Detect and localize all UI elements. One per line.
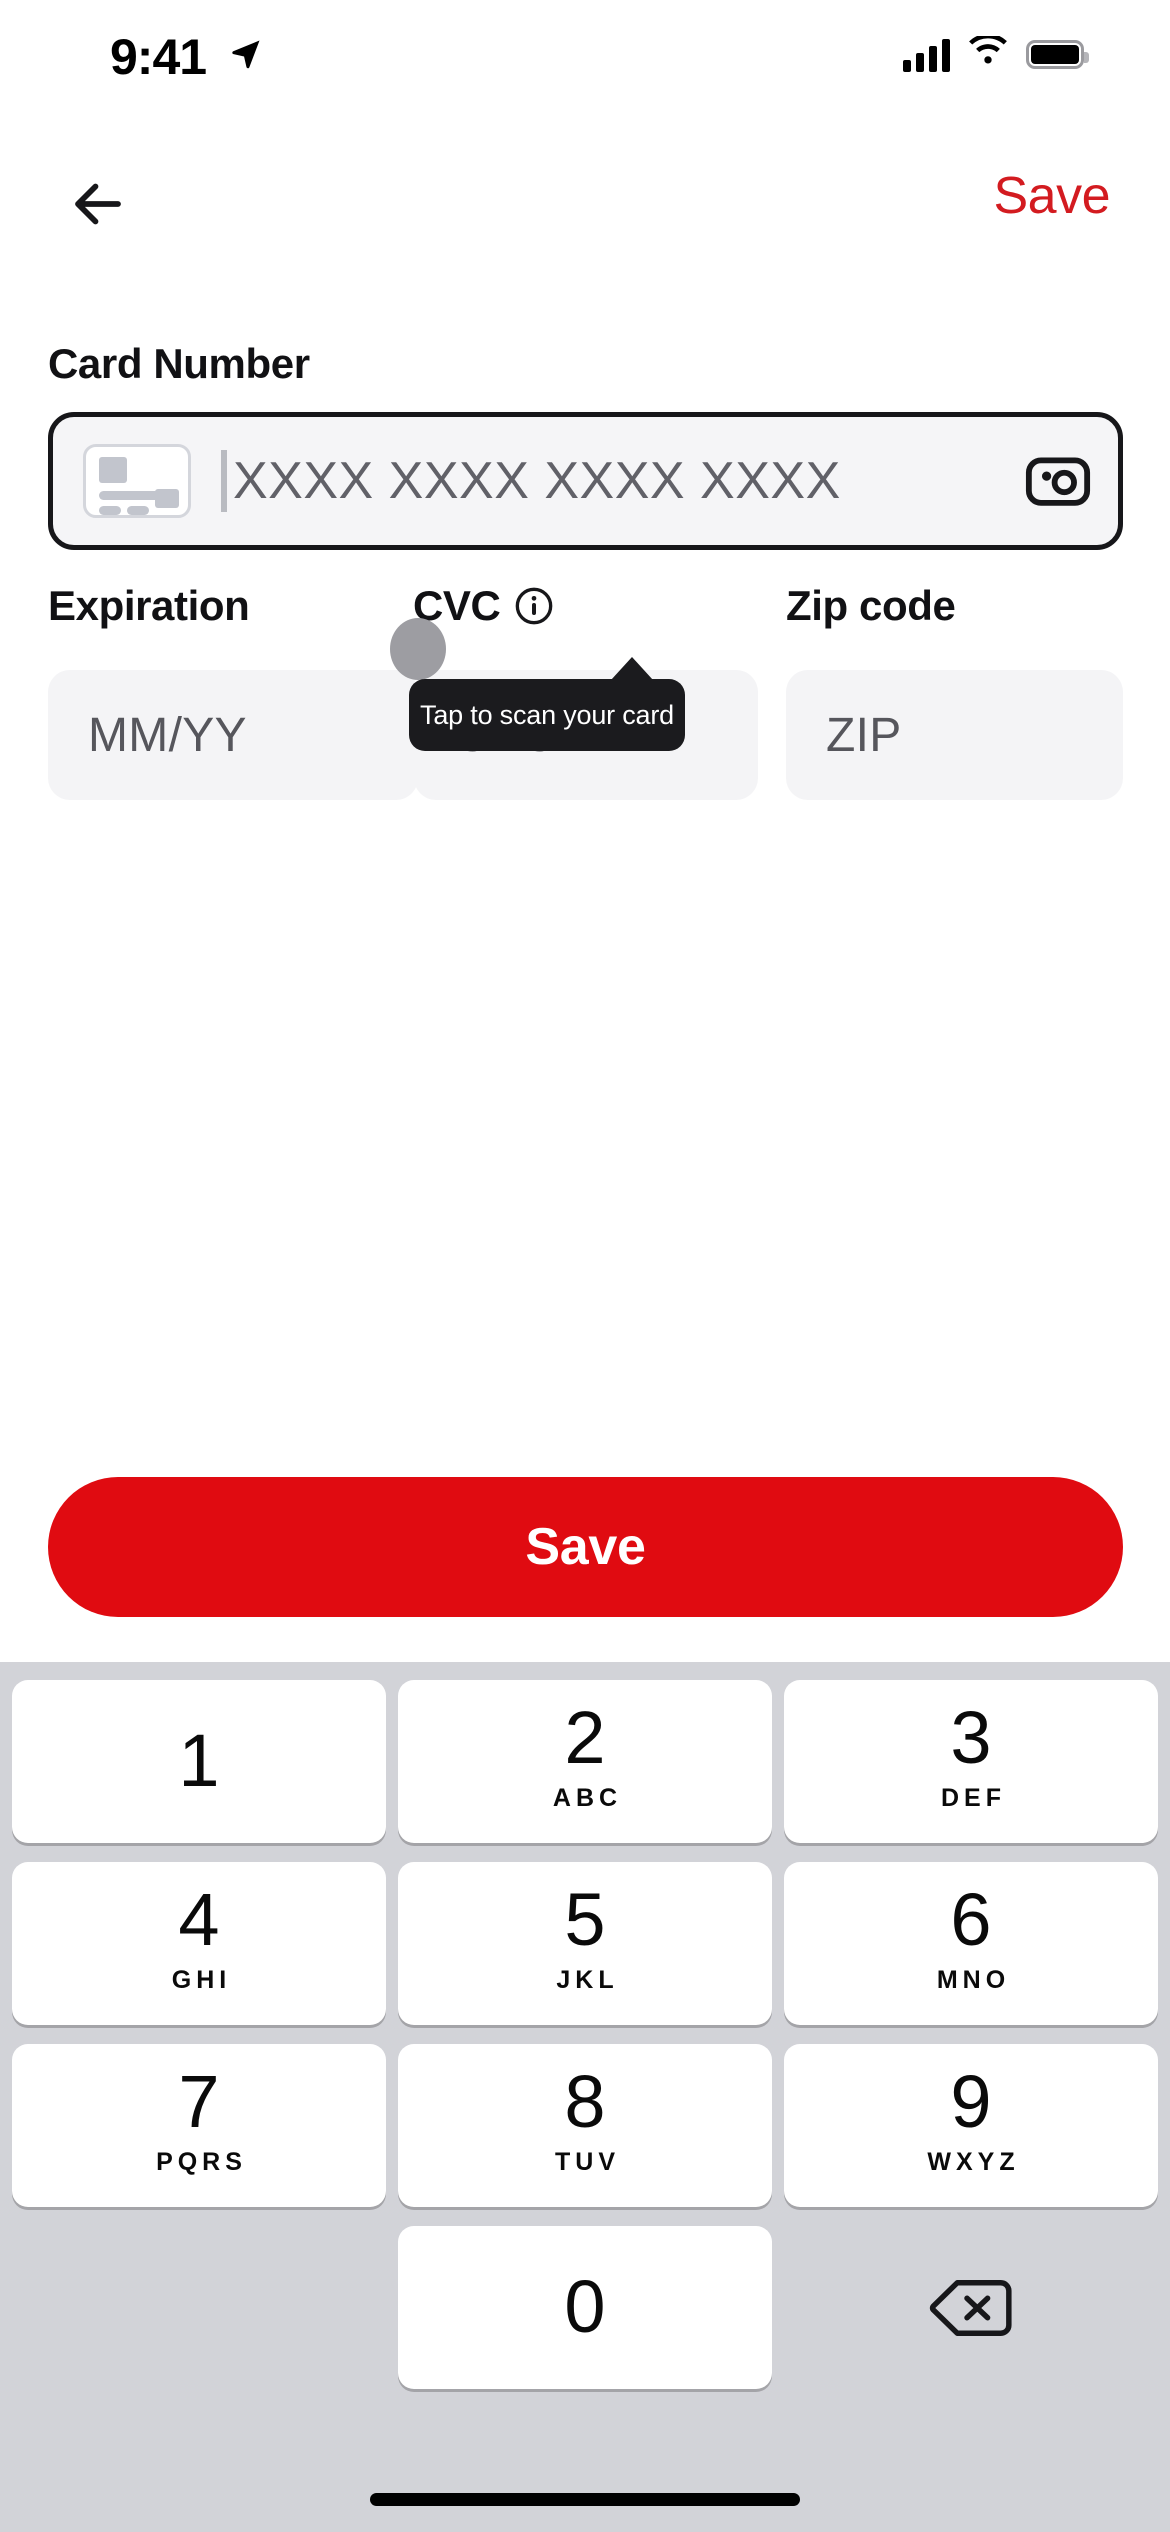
key-letters: DEF	[941, 1783, 1006, 1812]
save-button[interactable]: Save	[48, 1477, 1123, 1617]
touch-indicator	[390, 618, 446, 680]
key-letters: TUV	[555, 2147, 620, 2176]
card-number-input[interactable]: XXXX XXXX XXXX XXXX	[48, 412, 1123, 550]
text-caret	[221, 450, 227, 512]
status-bar-time: 9:41	[110, 29, 207, 85]
key-letters: MNO	[936, 1965, 1011, 1994]
key-2[interactable]: 2 ABC	[398, 1680, 772, 1843]
home-indicator	[370, 2493, 800, 2506]
key-5[interactable]: 5 JKL	[398, 1862, 772, 2025]
key-blank	[12, 2226, 386, 2389]
key-letters: PQRS	[156, 2147, 247, 2176]
phone-screen: 9:41 Save Card Number XXXX XXXX XXXX XXX…	[0, 0, 1170, 2532]
expiration-label: Expiration	[48, 582, 250, 629]
key-delete[interactable]	[784, 2226, 1158, 2389]
status-bar: 9:41	[0, 0, 1170, 130]
location-arrow-icon	[228, 36, 264, 77]
key-8[interactable]: 8 TUV	[398, 2044, 772, 2207]
key-7[interactable]: 7 PQRS	[12, 2044, 386, 2207]
key-letters: ABC	[552, 1783, 623, 1812]
key-letters: JKL	[556, 1965, 619, 1994]
key-number: 8	[564, 2060, 606, 2144]
nav-save-button[interactable]: Save	[993, 166, 1110, 226]
info-circle-icon[interactable]	[514, 586, 554, 626]
key-number: 6	[950, 1878, 992, 1962]
cellular-bars-icon	[903, 38, 950, 72]
scan-card-tooltip: Tap to scan your card	[409, 657, 685, 751]
key-4[interactable]: 4 GHI	[12, 1862, 386, 2025]
zip-input[interactable]: ZIP	[786, 670, 1123, 800]
credit-card-icon	[83, 444, 191, 518]
key-9[interactable]: 9 WXYZ	[784, 2044, 1158, 2207]
key-letters: GHI	[171, 1965, 232, 1994]
camera-scan-icon	[1025, 457, 1091, 506]
key-number: 1	[178, 1719, 220, 1803]
keypad-grid: 1 2 ABC 3 DEF 4 GHI 5 JKL 6 MNO 7 PQRS 8…	[0, 1680, 1170, 2389]
key-number: 4	[178, 1878, 220, 1962]
key-number: 7	[178, 2060, 220, 2144]
key-number: 2	[564, 1696, 606, 1780]
key-number: 0	[564, 2265, 606, 2349]
key-0[interactable]: 0	[398, 2226, 772, 2389]
card-number-label: Card Number	[48, 340, 310, 387]
wifi-icon	[967, 33, 1009, 73]
back-button[interactable]	[56, 162, 140, 246]
key-number: 5	[564, 1878, 606, 1962]
key-1[interactable]: 1	[12, 1680, 386, 1843]
key-number: 3	[950, 1696, 992, 1780]
expiration-input[interactable]: MM/YY	[48, 670, 418, 800]
nav-bar: Save	[0, 150, 1170, 260]
battery-full-icon	[1026, 40, 1089, 69]
status-bar-indicators	[903, 33, 1089, 73]
scan-card-button[interactable]	[1024, 451, 1092, 511]
key-letters: WXYZ	[927, 2147, 1020, 2176]
numeric-keypad: 1 2 ABC 3 DEF 4 GHI 5 JKL 6 MNO 7 PQRS 8…	[0, 1662, 1170, 2532]
card-number-placeholder: XXXX XXXX XXXX XXXX	[233, 452, 841, 510]
key-3[interactable]: 3 DEF	[784, 1680, 1158, 1843]
key-number: 9	[950, 2060, 992, 2144]
field-labels-row: Expiration CVC Zip code	[0, 582, 1170, 642]
backspace-delete-icon	[929, 2279, 1012, 2336]
back-arrow-icon	[75, 183, 121, 225]
zip-label: Zip code	[786, 582, 956, 629]
key-6[interactable]: 6 MNO	[784, 1862, 1158, 2025]
